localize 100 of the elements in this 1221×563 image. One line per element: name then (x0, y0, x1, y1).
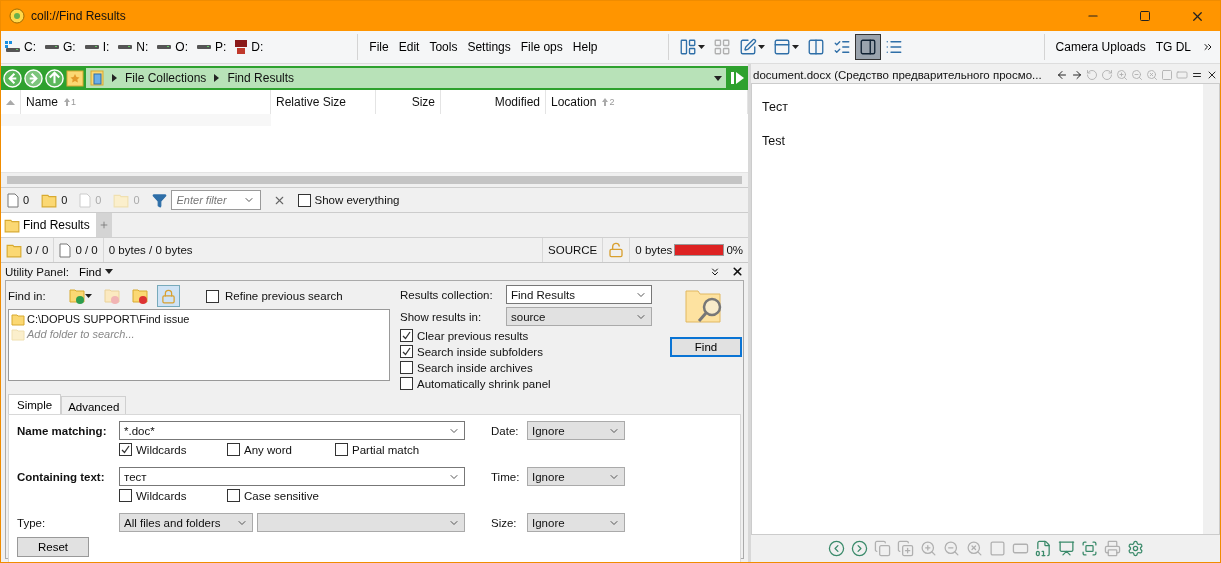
drive-button[interactable]: C: (1, 35, 40, 59)
menu-item[interactable]: Tools (424, 35, 463, 59)
presentation-icon[interactable] (1057, 540, 1075, 557)
drive-button[interactable]: O: (152, 35, 192, 59)
drive-icon (156, 44, 173, 50)
more-icon[interactable] (1202, 41, 1214, 53)
folder-block-icon (132, 288, 148, 304)
find-in-label: Find in: (8, 290, 47, 302)
dropdown-arrow-icon[interactable] (714, 75, 722, 81)
scrollbar[interactable] (1203, 84, 1219, 534)
drive-button[interactable]: N: (113, 35, 153, 59)
folder-tab[interactable]: Find Results (1, 213, 96, 237)
checkbox[interactable] (400, 377, 413, 390)
tab[interactable]: Simple (8, 394, 62, 414)
checkbox[interactable] (227, 443, 240, 456)
free-space: 0 bytes (635, 244, 673, 256)
menu-item[interactable]: File (364, 35, 394, 59)
percent-text: 0% (726, 244, 743, 256)
folder-icon (113, 192, 130, 208)
checkbox[interactable] (400, 345, 413, 358)
previous-icon[interactable] (827, 540, 845, 557)
arrow-right-icon[interactable] (1071, 68, 1083, 81)
settings-icon[interactable] (1126, 540, 1144, 557)
close-icon[interactable] (731, 265, 744, 278)
folder-path[interactable]: C:\DOPUS SUPPORT\Find issue (27, 313, 190, 325)
arrow-right-icon[interactable] (24, 68, 43, 88)
breadcrumb[interactable]: Find Results (225, 71, 297, 85)
menu-item[interactable]: Settings (462, 35, 516, 59)
plus-icon (98, 220, 109, 230)
lock-button[interactable] (157, 285, 180, 307)
tab[interactable]: Advanced (61, 396, 127, 414)
arrow-up-icon[interactable] (45, 68, 64, 88)
list-icon (885, 38, 904, 56)
filter-input[interactable]: Enter filter (174, 193, 243, 207)
collapse-icon[interactable] (709, 265, 721, 278)
text-search-field[interactable]: тест (119, 467, 465, 486)
play-icon[interactable] (728, 70, 746, 86)
date-dropdown[interactable]: Ignore (527, 421, 625, 440)
field-label: Name matching: (17, 424, 108, 437)
sort-arrow-icon (602, 98, 609, 106)
toolbar-link[interactable]: Camera Uploads (1050, 35, 1151, 59)
sd-card-icon (234, 39, 249, 55)
drive-button[interactable]: G: (40, 35, 80, 59)
add-folder-placeholder[interactable]: Add folder to search... (27, 328, 135, 340)
field-label: Time: (491, 470, 521, 483)
checkbox[interactable] (335, 443, 348, 456)
breadcrumb[interactable]: File Collections (123, 71, 209, 85)
path-bar[interactable]: File Collections Find Results (86, 68, 726, 88)
sort-order: 1 (71, 97, 77, 107)
selection-size: 0 bytes / 0 bytes (108, 244, 193, 256)
checkbox[interactable] (119, 489, 132, 502)
scrollbar-thumb[interactable] (7, 176, 742, 184)
file-digit-icon[interactable] (1034, 540, 1052, 557)
checkbox[interactable] (297, 193, 311, 207)
drive-button[interactable]: P: (192, 35, 231, 59)
find-button[interactable]: Find (670, 337, 742, 357)
sort-arrow-icon (6, 99, 15, 105)
results-dropdown[interactable]: source (506, 307, 652, 326)
checkbox-label: Show everything (314, 194, 400, 206)
filter-icon[interactable] (151, 192, 167, 208)
filter-field[interactable]: Enter filter (170, 190, 261, 210)
drive-icon (117, 44, 134, 50)
checkbox[interactable] (400, 329, 413, 342)
menu-item[interactable]: File ops (515, 35, 568, 59)
name-pattern-field[interactable]: *.doc* (119, 421, 465, 440)
type-dropdown[interactable]: All files and folders (119, 513, 253, 532)
field-label: Containing text: (17, 470, 106, 483)
item-count: 0 (61, 194, 68, 206)
checkbox-label: Clear previous results (417, 329, 529, 342)
app-logo-icon (9, 8, 25, 24)
menu-item[interactable]: Help (567, 35, 603, 59)
next-icon[interactable] (850, 540, 868, 557)
checkbox[interactable] (227, 489, 240, 502)
folder-check-icon (69, 288, 85, 304)
fullscreen-icon[interactable] (1080, 540, 1098, 557)
drive-icon (83, 44, 100, 50)
checkbox[interactable] (119, 443, 132, 456)
menu-item[interactable]: Edit (393, 35, 425, 59)
collection-dropdown[interactable]: Find Results (506, 285, 652, 304)
checkbox[interactable] (206, 289, 219, 303)
arrow-left-icon[interactable] (1056, 68, 1068, 81)
drive-button[interactable]: D: (230, 35, 268, 59)
lock-open-icon[interactable] (608, 242, 625, 258)
favorites-folder-icon[interactable] (66, 69, 84, 87)
size-dropdown[interactable]: Ignore (527, 513, 625, 532)
panel-label: Utility Panel: (5, 265, 69, 278)
source-label: SOURCE (548, 244, 598, 256)
document-text: Тест (762, 100, 789, 114)
toolbar-button[interactable] (855, 34, 882, 60)
reset-button[interactable]: Reset (17, 537, 89, 557)
arrow-left-icon[interactable] (3, 68, 22, 88)
item-count: 0 (23, 194, 30, 206)
folder-list[interactable]: C:\DOPUS SUPPORT\Find issue Add folder to search... (8, 309, 390, 381)
sort-order: 2 (609, 97, 615, 107)
checkbox[interactable] (400, 361, 413, 374)
time-dropdown[interactable]: Ignore (527, 467, 625, 486)
drive-button[interactable]: I: (79, 35, 114, 59)
toolbar-link[interactable]: TG DL (1150, 35, 1196, 59)
folder-remove-icon (104, 288, 120, 304)
panel-mode-dropdown[interactable]: Find (78, 265, 114, 278)
